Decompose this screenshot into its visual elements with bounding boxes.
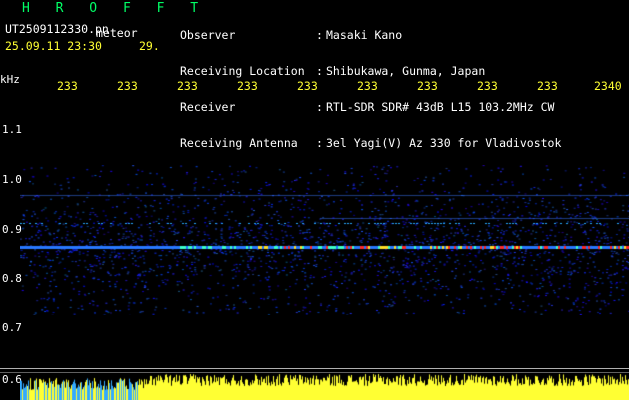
- info-value-location: Shibukawa, Gunma, Japan: [326, 64, 486, 78]
- y-tick: 0.7: [2, 321, 22, 334]
- x-tick: 233: [237, 79, 258, 93]
- info-label-receiver: Receiver: [180, 100, 236, 114]
- x-tick: 233: [117, 79, 138, 93]
- filename-suffix: meteor: [96, 26, 138, 40]
- spectrogram-plot: [20, 165, 629, 315]
- datetime-label: 25.09.11 23:30: [5, 39, 102, 53]
- y-tick: 1.0: [2, 173, 22, 186]
- info-label-observer: Observer: [180, 28, 236, 42]
- y-tick: 1.1: [2, 123, 22, 136]
- x-tick: 233: [537, 79, 558, 93]
- y-axis-unit: kHz: [0, 73, 20, 86]
- y-tick: 0.6: [2, 373, 22, 386]
- hrofft-spectrogram-window: H R O F F T UT2509112330.pn meteor 25.09…: [0, 0, 629, 400]
- x-tick: 233: [297, 79, 318, 93]
- x-tick: 233: [417, 79, 438, 93]
- datetime-count: 29.: [139, 39, 160, 53]
- filename-label: UT2509112330.pn: [5, 22, 109, 36]
- x-tick: 2340: [594, 79, 622, 93]
- info-value-observer: Masaki Kano: [326, 28, 403, 42]
- info-label-location: Receiving Location: [180, 64, 305, 78]
- baseline-divider: [0, 368, 629, 369]
- x-tick: 233: [177, 79, 198, 93]
- y-tick: 0.9: [2, 223, 22, 236]
- info-value-receiver: RTL-SDR SDR# 43dB L15 103.2MHz CW: [326, 100, 555, 114]
- x-tick: 233: [477, 79, 498, 93]
- info-value-antenna: 3el Yagi(V) Az 330 for Vladivostok: [326, 136, 562, 150]
- y-tick: 0.8: [2, 272, 22, 285]
- x-tick: 233: [357, 79, 378, 93]
- info-label-antenna: Receiving Antenna: [180, 136, 298, 150]
- x-tick: 233: [57, 79, 78, 93]
- signal-level-bars: [20, 372, 629, 400]
